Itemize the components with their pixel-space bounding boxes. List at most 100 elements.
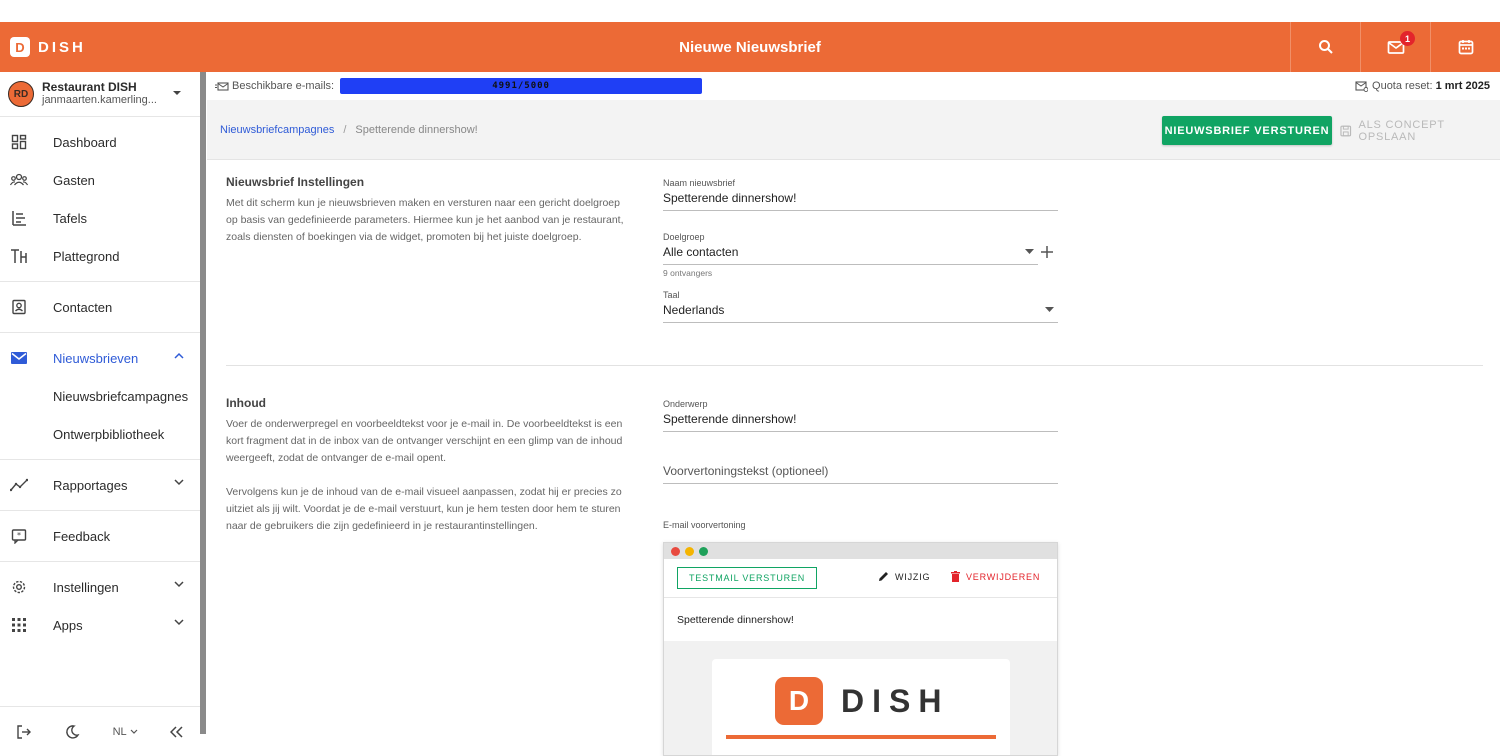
sidebar-scrollbar[interactable] — [200, 72, 206, 734]
logout-icon[interactable] — [16, 724, 32, 740]
quota-value: 4991/5000 — [492, 81, 550, 91]
name-field: Naam nieuwsbrief Spetterende dinnershow! — [663, 178, 1058, 211]
quota-reset: Quota reset: 1 mrt 2025 — [1355, 80, 1490, 92]
contacts-icon — [10, 298, 28, 316]
nav-group-contacts: Contacten — [0, 282, 200, 333]
edit-email-button[interactable]: WIJZIG — [878, 571, 930, 582]
sidebar-item-label: Rapportages — [53, 477, 128, 493]
sidebar-subitem-campagnes[interactable]: Nieuwsbriefcampagnes — [0, 377, 200, 415]
pencil-icon — [879, 572, 888, 581]
chevron-down-icon[interactable] — [174, 581, 184, 588]
preview-text-input[interactable]: Voorvertoningstekst (optioneel) — [663, 464, 1058, 484]
page-toolbar: Nieuwsbriefcampagnes / Spetterende dinne… — [207, 100, 1500, 160]
sidebar-item-label: Apps — [53, 617, 83, 633]
dashboard-icon — [10, 133, 28, 151]
language-selector[interactable]: NL — [113, 726, 138, 738]
top-bar: D DISH Nieuwe Nieuwsbrief 1 — [0, 22, 1500, 72]
preview-window-chrome — [664, 543, 1057, 559]
preview-actions: TESTMAIL VERSTUREN WIJZIG VERWIJDEREN — [664, 559, 1057, 598]
chevron-down-icon[interactable] — [174, 619, 184, 626]
main-content: Beschikbare e-mails: 4991/5000 Quota res… — [207, 72, 1500, 756]
account-switcher[interactable]: RD Restaurant DISH janmaarten.kamerling.… — [0, 72, 200, 117]
audience-select[interactable]: Alle contacten — [663, 245, 1038, 265]
add-audience-icon[interactable] — [1041, 246, 1053, 258]
language-value: Nederlands — [663, 303, 725, 317]
save-icon — [1340, 125, 1352, 136]
guests-icon — [10, 171, 28, 189]
subject-field: Onderwerp Spetterende dinnershow! — [663, 399, 1058, 432]
send-test-mail-button[interactable]: TESTMAIL VERSTUREN — [677, 567, 818, 589]
sidebar-item-contacten[interactable]: Contacten — [0, 288, 200, 326]
calendar-icon — [1458, 40, 1473, 55]
sidebar-item-tafels[interactable]: Tafels — [0, 199, 200, 237]
subject-label: Onderwerp — [663, 399, 708, 409]
preview-text-field: Voorvertoningstekst (optioneel) — [663, 464, 1058, 484]
content-description-1: Voer de onderwerpregel en voorbeeldtekst… — [226, 418, 623, 464]
preview-logo: D DISH — [775, 677, 949, 725]
settings-icon — [10, 578, 28, 596]
calendar-button[interactable] — [1430, 22, 1500, 72]
dark-mode-icon[interactable] — [64, 724, 80, 740]
edit-label: WIJZIG — [895, 571, 931, 582]
quota-progress-bar: 4991/5000 — [340, 78, 703, 94]
subject-input[interactable]: Spetterende dinnershow! — [663, 412, 1058, 432]
sidebar-footer: NL — [0, 706, 200, 756]
collapse-sidebar-icon[interactable] — [169, 725, 184, 738]
preview-email-card: D DISH — [712, 659, 1010, 755]
section-divider — [226, 365, 1483, 366]
dropdown-arrow-icon — [1025, 249, 1034, 254]
preview-logo-text: DISH — [841, 682, 950, 719]
language-field: Taal Nederlands — [663, 290, 1058, 323]
name-input[interactable]: Spetterende dinnershow! — [663, 191, 1058, 211]
settings-section: Nieuwsbrief Instellingen Met dit scherm … — [226, 175, 626, 246]
nav-group-main: Dashboard Gasten Tafels Plattegrond — [0, 117, 200, 282]
apps-icon — [10, 616, 28, 634]
breadcrumb-separator: / — [343, 123, 347, 136]
chevron-up-icon[interactable] — [174, 352, 184, 359]
nav-group-settings: Instellingen Apps — [0, 562, 200, 650]
sidebar-item-label: Feedback — [53, 528, 111, 544]
chevron-down-icon[interactable] — [174, 479, 184, 486]
content-section: Inhoud Voer de onderwerpregel en voorbee… — [226, 396, 626, 535]
audience-hint: 9 ontvangers — [663, 268, 713, 278]
maximize-dot-icon — [699, 546, 708, 556]
sidebar-item-label: Tafels — [53, 210, 87, 226]
brand-logo[interactable]: D DISH — [0, 22, 200, 72]
quota-reset-label: Quota reset: — [1372, 80, 1433, 92]
sidebar-item-plattegrond[interactable]: Plattegrond — [0, 237, 200, 275]
email-preview-label: E-mail voorvertoning — [663, 520, 746, 530]
envelope-icon — [10, 349, 28, 367]
sidebar-item-label: Contacten — [53, 299, 113, 315]
account-name: Restaurant DISH — [42, 80, 137, 94]
delete-email-button[interactable]: VERWIJDEREN — [951, 571, 1040, 582]
sidebar-item-rapportages[interactable]: Rapportages — [0, 466, 200, 504]
quota-row: Beschikbare e-mails: 4991/5000 Quota res… — [207, 72, 1500, 100]
settings-title: Nieuwsbrief Instellingen — [226, 175, 365, 189]
sidebar-item-feedback[interactable]: * Feedback — [0, 517, 200, 555]
email-preview: TESTMAIL VERSTUREN WIJZIG VERWIJDEREN Sp… — [663, 542, 1058, 756]
save-concept-button[interactable]: ALS CONCEPT OPSLAAN — [1340, 116, 1500, 145]
preview-header-bar — [726, 735, 996, 739]
chart-icon — [10, 476, 28, 494]
sidebar-subitem-ontwerpbibliotheek[interactable]: Ontwerpbibliotheek — [0, 415, 200, 453]
name-label: Naam nieuwsbrief — [663, 178, 736, 188]
sidebar-item-dashboard[interactable]: Dashboard — [0, 123, 200, 161]
breadcrumb-parent-link[interactable]: Nieuwsbriefcampagnes — [220, 124, 334, 136]
nav-group-feedback: * Feedback — [0, 511, 200, 562]
language-select[interactable]: Nederlands — [663, 303, 1058, 323]
sidebar-item-label: Nieuwsbrieven — [53, 350, 139, 366]
dropdown-arrow-icon — [1045, 307, 1054, 312]
sidebar-item-nieuwsbrieven[interactable]: Nieuwsbrieven — [0, 339, 200, 377]
nav-group-reports: Rapportages — [0, 460, 200, 511]
sidebar-item-gasten[interactable]: Gasten — [0, 161, 200, 199]
search-button[interactable] — [1290, 22, 1360, 72]
sidebar-item-apps[interactable]: Apps — [0, 606, 200, 644]
quota-reset-date: 1 mrt 2025 — [1435, 80, 1490, 92]
sidebar-item-label: Dashboard — [53, 134, 117, 150]
breadcrumb-current: Spetterende dinnershow! — [355, 123, 478, 136]
settings-description: Met dit scherm kun je nieuwsbrieven make… — [226, 197, 624, 243]
sidebar-item-instellingen[interactable]: Instellingen — [0, 568, 200, 606]
messages-button[interactable]: 1 — [1360, 22, 1430, 72]
send-newsletter-button[interactable]: NIEUWSBRIEF VERSTUREN — [1162, 116, 1332, 145]
feedback-icon: * — [10, 527, 28, 545]
